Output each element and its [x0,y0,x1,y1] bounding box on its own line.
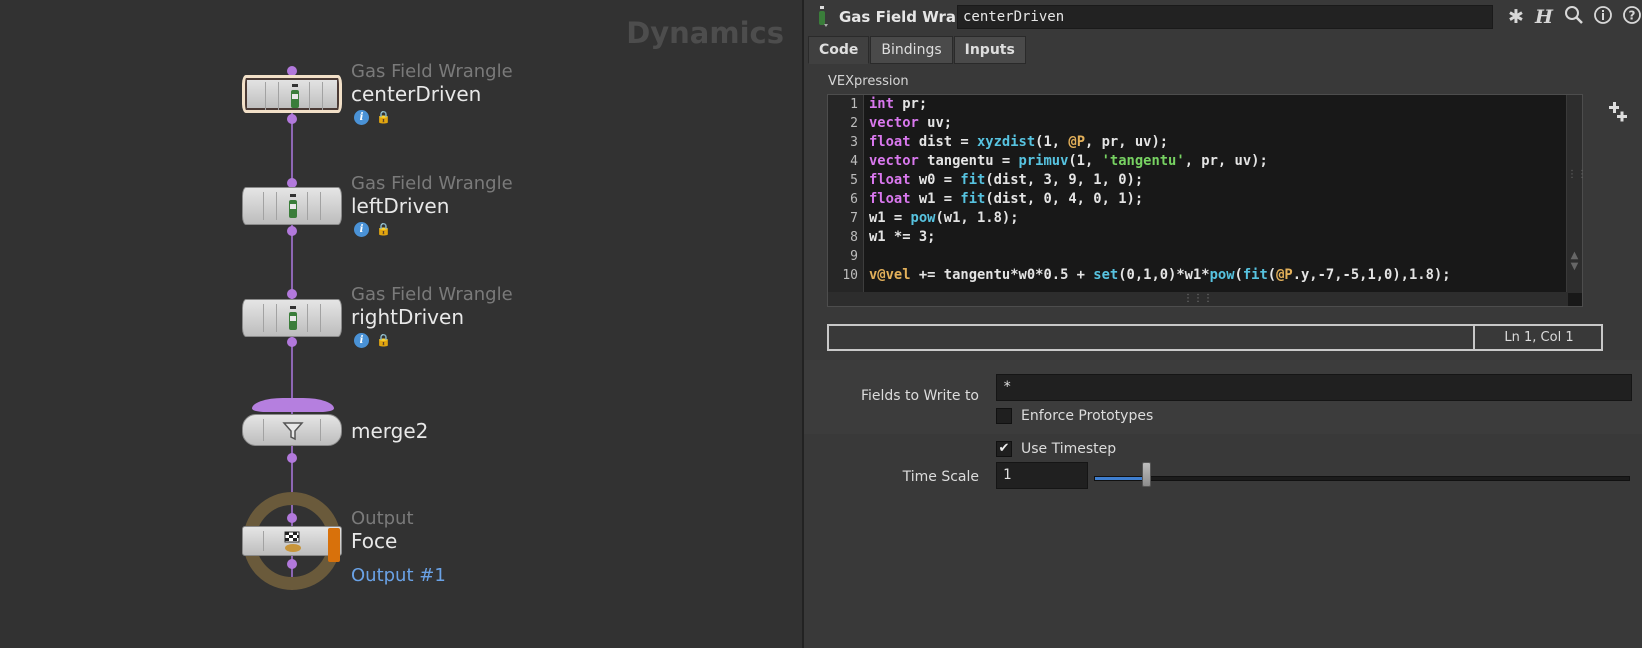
time-scale-slider-fill [1095,477,1144,480]
use-timestep-label: Use Timestep [1021,441,1117,457]
output-connector[interactable] [287,114,297,124]
line-number-gutter: 1 2 3 4 5 6 7 8 9 10 [828,95,864,303]
gear-icon[interactable]: ✱ [1504,5,1528,29]
time-scale-input[interactable]: 1 [996,462,1088,489]
code-line[interactable]: vector tangentu = primuv(1, 'tangentu', … [869,153,1268,169]
code-line[interactable]: vector uv; [869,115,952,131]
node-type-label: Gas Field Wrangle [351,284,513,305]
node-Foce[interactable] [242,526,342,562]
node-type-label: Output [351,508,414,529]
cursor-position: Ln 1, Col 1 [1504,330,1574,345]
enforce-prototypes-checkbox[interactable] [996,408,1012,424]
lock-icon[interactable]: 🔒 [376,110,391,125]
tab-bindings[interactable]: Bindings [870,36,953,64]
code-line[interactable]: v@vel += tangentu*w0*0.5 + set(0,1,0)*w1… [869,267,1451,283]
input-connector[interactable] [287,289,297,299]
info-icon[interactable]: i [354,333,369,348]
fields-to-write-label: Fields to Write to [860,388,979,404]
enforce-prototypes-label: Enforce Prototypes [1021,408,1154,424]
time-scale-slider-handle[interactable] [1142,462,1152,487]
lock-icon[interactable]: 🔒 [376,222,391,237]
code-line[interactable]: w1 *= 3; [869,229,935,245]
output-connector[interactable] [287,559,297,569]
parameter-tabs: Code Bindings Inputs [808,36,1027,64]
network-editor[interactable]: Dynamics Gas Field Wrangle centerDriven … [0,0,802,648]
fields-to-write-input[interactable]: * [996,374,1632,401]
line-number: 10 [842,268,858,283]
code-line[interactable]: w1 = pow(w1, 1.8); [869,210,1019,226]
time-scale-label: Time Scale [902,469,979,485]
code-line[interactable]: float dist = xyzdist(1, @P, pr, uv); [869,134,1168,150]
parameter-fields: Fields to Write to * Enforce Prototypes … [804,360,1642,648]
line-number: 5 [850,173,858,188]
vertical-scrollbar[interactable]: ⋮⋮ ▲ ▼ [1566,95,1587,293]
info-icon[interactable]: i [354,222,369,237]
vex-wrangle-icon [281,305,305,333]
info-icon[interactable] [1591,5,1615,29]
node-type-label: Gas Field Wrangle [351,61,513,82]
tab-code[interactable]: Code [808,36,870,64]
search-icon[interactable] [1562,5,1586,29]
input-connector[interactable] [287,513,297,523]
node-merge2[interactable] [242,414,342,446]
lock-icon[interactable]: 🔒 [376,333,391,348]
node-name-label[interactable]: leftDriven [351,194,449,218]
code-line[interactable]: float w1 = fit(dist, 0, 4, 0, 1); [869,191,1143,207]
time-scale-slider[interactable] [1094,476,1630,481]
line-number: 7 [850,211,858,226]
display-flag[interactable] [328,528,340,562]
help-icon[interactable]: ? [1620,5,1642,29]
line-number: 4 [850,154,858,169]
houdini-h-icon[interactable]: H [1532,5,1556,29]
network-context-title: Dynamics [626,16,784,50]
horizontal-scrollbar[interactable]: ⋮⋮⋮ [828,292,1568,306]
node-name-label[interactable]: rightDriven [351,305,464,329]
output-index-label[interactable]: Output #1 [351,565,446,586]
line-number: 6 [850,192,858,207]
line-number: 8 [850,230,858,245]
vex-wrangle-icon [283,83,307,111]
code-line[interactable]: float w0 = fit(dist, 3, 9, 1, 0); [869,172,1143,188]
node-type-label: Gas Field Wrangle [351,173,513,194]
funnel-icon [281,417,305,445]
info-icon[interactable]: i [354,110,369,125]
code-line[interactable]: int pr; [869,96,927,112]
line-number: 1 [850,97,858,112]
node-name-label[interactable]: centerDriven [351,82,481,106]
line-number: 3 [850,135,858,150]
tab-inputs[interactable]: Inputs [953,36,1026,64]
node-leftDriven[interactable] [242,187,342,225]
vex-code-editor[interactable]: 1 2 3 4 5 6 7 8 9 10 int pr; vector uv; fl… [827,94,1587,307]
output-connector[interactable] [287,226,297,236]
parameter-editor: Gas Field Wrangle centerDriven ✱ H ? Cod… [802,0,1642,648]
editor-status-bar: Ln 1, Col 1 [827,324,1603,351]
output-connector[interactable] [287,337,297,347]
merge-input-bar[interactable] [252,398,334,412]
node-rightDriven[interactable] [242,299,342,337]
node-name-label[interactable]: Foce [351,529,397,553]
output-connector[interactable] [287,453,297,463]
vex-wrangle-icon [281,193,305,221]
line-number: 2 [850,116,858,131]
vex-wrangle-icon[interactable] [816,6,830,28]
node-name-field[interactable]: centerDriven [957,5,1493,29]
svg-text:?: ? [1629,9,1636,23]
add-spare-parameters-icon[interactable] [1607,102,1629,131]
checkered-flag-icon [281,528,305,556]
vexpression-label: VEXpression [828,74,909,89]
node-centerDriven[interactable] [242,75,342,113]
line-number: 9 [850,249,858,264]
node-name-label[interactable]: merge2 [351,419,428,443]
houdini-window: Dynamics Gas Field Wrangle centerDriven … [0,0,1642,648]
use-timestep-checkbox[interactable]: ✔ [996,441,1012,457]
parameter-header: Gas Field Wrangle centerDriven ✱ H ? [804,0,1642,34]
